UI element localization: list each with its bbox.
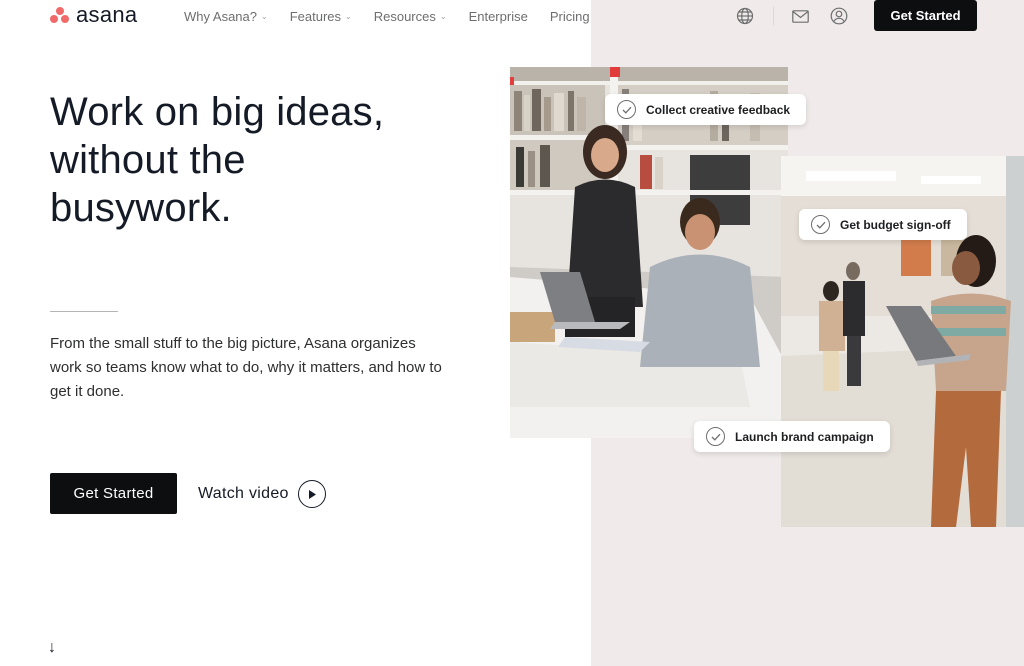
nav-link-features[interactable]: Features ⌄ bbox=[290, 6, 352, 26]
play-icon bbox=[297, 480, 326, 508]
task-tag-label: Launch brand campaign bbox=[735, 429, 874, 444]
nav-link-label: Enterprise bbox=[468, 8, 528, 24]
nav-link-label: Pricing bbox=[549, 8, 590, 24]
nav-divider bbox=[773, 7, 774, 25]
asana-logo-icon bbox=[50, 6, 70, 24]
check-circle-icon bbox=[811, 215, 830, 234]
hero-divider bbox=[50, 311, 118, 312]
asana-logo[interactable]: asana bbox=[50, 3, 137, 27]
chevron-down-icon: ⌄ bbox=[345, 11, 352, 21]
watch-video-label: Watch video bbox=[198, 485, 289, 502]
nav-link-label: Features bbox=[289, 8, 342, 24]
nav-link-resources[interactable]: Resources ⌄ bbox=[374, 6, 447, 26]
nav-link-label: Why Asana? bbox=[184, 8, 257, 24]
logo-dot bbox=[50, 15, 58, 23]
nav-link-label: Resources bbox=[373, 8, 436, 24]
globe-icon[interactable] bbox=[735, 6, 755, 26]
check-circle-icon bbox=[617, 100, 636, 119]
chevron-down-icon: ⌄ bbox=[261, 11, 268, 21]
check-circle-icon bbox=[706, 427, 725, 446]
hero-subtext: From the small stuff to the big picture,… bbox=[50, 335, 442, 400]
logo-wordmark: asana bbox=[76, 2, 138, 27]
hero-get-started-button[interactable]: Get Started bbox=[50, 473, 177, 514]
nav-utility-icons bbox=[735, 6, 849, 26]
task-tag-label: Get budget sign-off bbox=[840, 217, 951, 232]
hero-headline: Work on big ideas, without the busywork. bbox=[50, 88, 470, 232]
task-tag: Collect creative feedback bbox=[605, 94, 807, 125]
nav-link-enterprise[interactable]: Enterprise bbox=[469, 6, 528, 26]
chevron-down-icon: ⌄ bbox=[439, 11, 447, 21]
logo-dot bbox=[56, 7, 64, 15]
headline-line: without the bbox=[50, 138, 246, 182]
task-tag: Launch brand campaign bbox=[694, 421, 890, 452]
nav-link-why-asana[interactable]: Why Asana? ⌄ bbox=[184, 6, 268, 26]
logo-dot bbox=[61, 15, 69, 23]
account-icon[interactable] bbox=[829, 6, 849, 26]
watch-video-link[interactable]: Watch video bbox=[198, 479, 326, 509]
task-tag: Get budget sign-off bbox=[799, 209, 967, 240]
mail-icon[interactable] bbox=[790, 6, 810, 26]
scroll-down-arrow-icon[interactable]: ↓ bbox=[48, 639, 56, 657]
nav-link-pricing[interactable]: Pricing bbox=[550, 6, 590, 26]
top-navigation: asana Why Asana? ⌄ Features ⌄ Resources … bbox=[0, 0, 1024, 32]
headline-line: Work on big ideas, bbox=[50, 90, 385, 134]
headline-line: busywork. bbox=[50, 186, 232, 230]
nav-links: Why Asana? ⌄ Features ⌄ Resources ⌄ Ente… bbox=[184, 6, 612, 26]
nav-get-started-button[interactable]: Get Started bbox=[874, 0, 977, 31]
task-tag-label: Collect creative feedback bbox=[646, 102, 791, 117]
